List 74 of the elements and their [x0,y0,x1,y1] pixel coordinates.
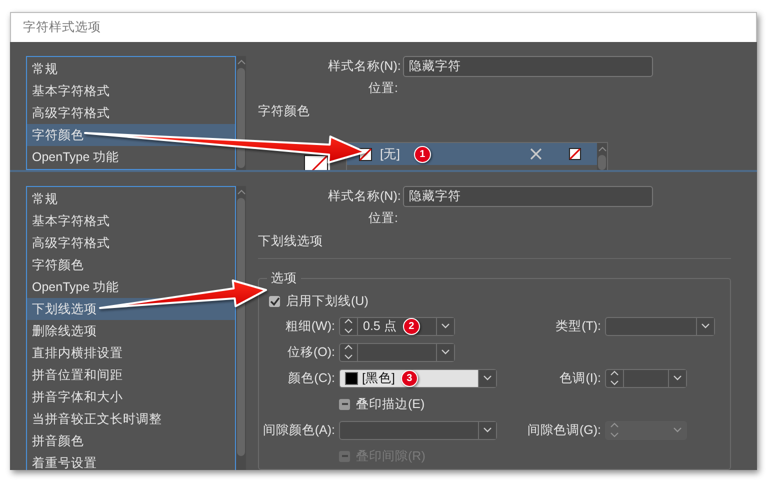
category-item[interactable]: 着重号设置 [27,452,235,470]
category-item[interactable]: 常规 [27,188,235,210]
chevron-down-icon [483,427,492,433]
section-title: 字符颜色 [258,103,311,120]
field-label: 样式名称(N): [328,188,398,205]
category-item[interactable]: 字符颜色 [27,254,235,276]
field-label: 间隙颜色(A): [262,422,335,438]
up-down-arrows-icon [344,318,353,334]
scroll-thumb[interactable] [598,155,606,170]
field-label: 位移(O): [286,344,335,360]
dropdown-field[interactable] [339,420,497,440]
category-item[interactable]: 当拼音较正文长时调整 [27,408,235,430]
swatch-row[interactable]: [无] 1 [347,143,597,165]
scrollbar[interactable] [236,56,246,170]
chevron-down-icon [441,323,450,329]
dash-mark [342,403,348,405]
spinner-field[interactable] [339,342,455,362]
chevron-down-icon [673,427,682,433]
chevron-down-icon [673,375,682,381]
checkbox[interactable] [269,296,280,306]
chevron-down-icon [701,323,710,329]
category-item[interactable]: 拼音字体和大小 [27,386,235,408]
dropdown-field[interactable] [605,316,715,336]
field-label: 样式名称(N): [328,58,398,75]
category-item[interactable]: 删除线选项 [27,320,235,342]
dash-mark [342,455,348,457]
scrollbar[interactable] [597,143,607,170]
category-item[interactable]: 拼音颜色 [27,430,235,452]
color-swatch-icon [345,372,358,384]
category-item[interactable]: 基本字符格式 [27,210,235,232]
field-value: [黑色] [362,370,395,386]
swatch-dropdown[interactable]: [黑色] 3 [339,368,497,388]
category-item[interactable]: 拼音位置和间距 [27,364,235,386]
up-down-arrows-icon [610,422,619,438]
up-down-arrows-icon [344,344,353,360]
field-label: 颜色(C): [287,370,335,386]
checkmark-icon [270,296,280,306]
step-badge: 2 [402,318,420,334]
scroll-thumb[interactable] [237,68,245,168]
chevron-up-icon [598,146,606,152]
field-label: 色调(I): [558,370,601,386]
chevron-up-icon [236,59,246,65]
spinner-field[interactable]: 0.5 点 2 [339,316,455,336]
step-badge: 1 [414,146,431,162]
category-item[interactable]: 高级字符格式 [27,232,235,254]
category-item[interactable]: 高级字符格式 [27,102,235,124]
chevron-down-icon [483,375,492,381]
field-label: 位置: [368,210,398,228]
category-item[interactable]: 基本字符格式 [27,80,235,102]
scrollbar[interactable] [236,186,246,470]
window-title: 字符样式选项 [23,19,101,36]
chevron-up-icon [236,189,246,195]
checkbox[interactable] [339,398,350,410]
field-label: 间隙色调(G): [526,422,601,438]
step-badge: 3 [400,370,418,386]
tint-spinner[interactable] [605,368,687,388]
category-item[interactable]: 常规 [27,58,235,80]
field-label: 粗细(W): [284,318,335,334]
category-item[interactable]: OpenType 功能 [27,146,235,168]
checkbox-label: 启用下划线(U) [286,292,368,310]
style-name-field[interactable]: 隐藏字符 [403,56,653,77]
up-down-arrows-icon [610,370,619,386]
none-swatch-icon [569,148,581,160]
style-name-field[interactable]: 隐藏字符 [403,186,653,207]
field-label: 位置: [368,80,398,97]
swatch-name: [无] [380,146,400,162]
group-title: 选项 [267,270,301,287]
field-value: 0.5 点 [363,318,397,334]
section-title: 下划线选项 [258,233,324,250]
checkbox-label: 叠印描边(E) [356,396,425,412]
scroll-thumb[interactable] [237,198,245,456]
field-label: 类型(T): [554,318,601,334]
category-item[interactable]: 直排内横排设置 [27,342,235,364]
chevron-down-icon [441,349,450,355]
